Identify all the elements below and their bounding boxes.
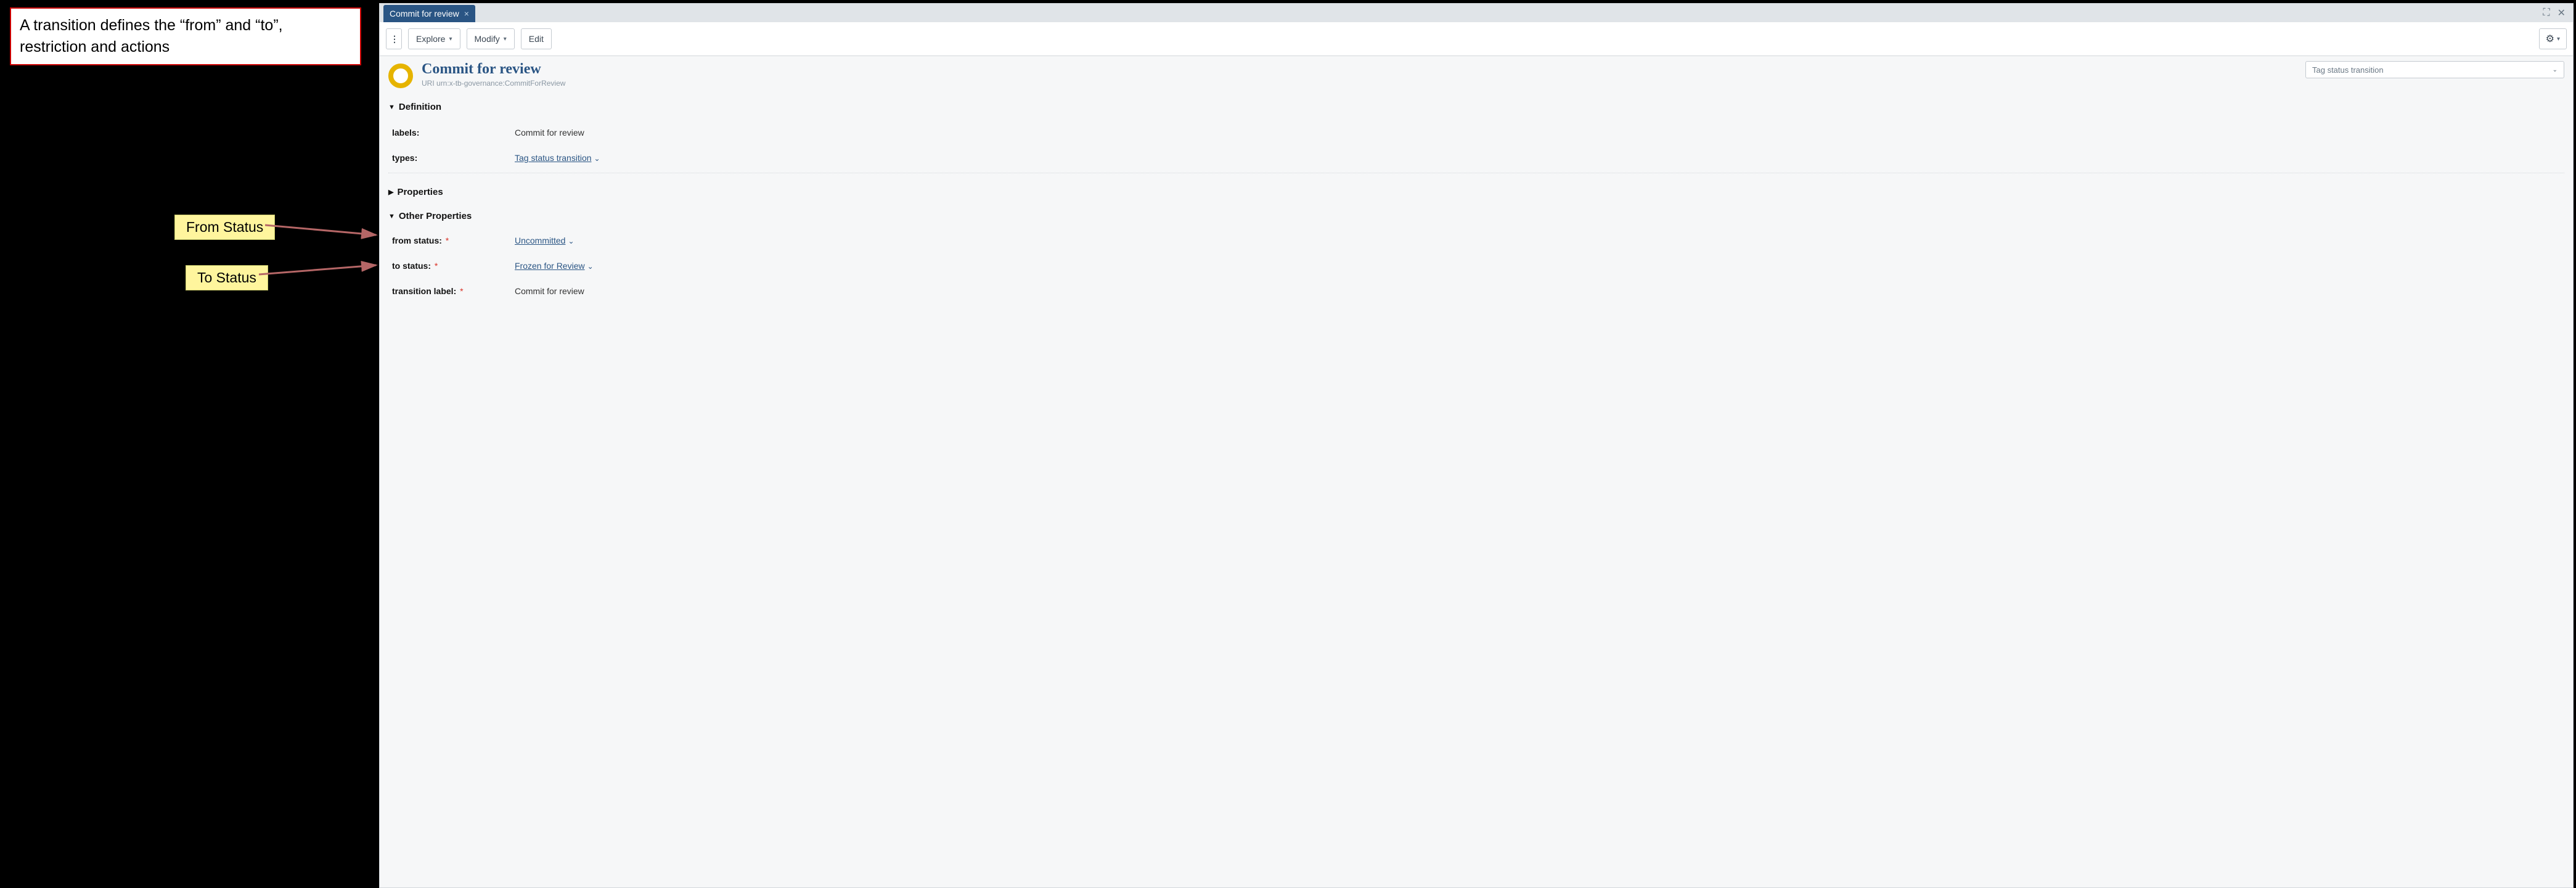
- transition-label-key: transition label: *: [388, 286, 515, 296]
- page-title: Commit for review: [422, 61, 565, 78]
- uri-label: URI: [422, 79, 435, 88]
- modify-button[interactable]: Modify ▾: [467, 28, 515, 49]
- section-properties-header[interactable]: ▶ Properties: [388, 187, 2564, 197]
- tab-label: Commit for review: [390, 9, 459, 18]
- uri-value: urn:x-tb-governance:CommitForReview: [436, 79, 565, 88]
- uri-line: URI urn:x-tb-governance:CommitForReview: [422, 79, 565, 88]
- section-definition-header[interactable]: ▼ Definition: [388, 102, 2564, 112]
- close-panel-icon[interactable]: ✕: [2558, 7, 2566, 19]
- type-selector-value: Tag status transition: [2312, 65, 2384, 75]
- content-area: Commit for review URI urn:x-tb-governanc…: [380, 56, 2573, 308]
- section-other-properties: ▼ Other Properties from status: * Uncomm…: [388, 211, 2564, 303]
- explore-button[interactable]: Explore ▾: [408, 28, 460, 49]
- chevron-down-icon[interactable]: ⌄: [594, 154, 600, 163]
- explore-label: Explore: [416, 34, 445, 44]
- callout-to-status: To Status: [186, 265, 268, 290]
- caret-right-icon: ▶: [388, 188, 393, 196]
- section-other-properties-title: Other Properties: [399, 211, 472, 221]
- section-definition-title: Definition: [399, 102, 441, 112]
- types-key: types:: [388, 153, 515, 163]
- chevron-down-icon: ▾: [2557, 36, 2560, 43]
- tab-bar: Commit for review × ⛶ ✕: [380, 4, 2573, 22]
- edit-label: Edit: [529, 34, 544, 44]
- section-definition: ▼ Definition labels: Commit for review t…: [388, 102, 2564, 173]
- chevron-down-icon: ⌄: [2553, 67, 2558, 73]
- from-status-value[interactable]: Uncommitted: [515, 236, 565, 245]
- entity-type-icon: [388, 64, 413, 88]
- tab-commit-for-review[interactable]: Commit for review ×: [383, 5, 475, 22]
- chevron-down-icon: ▾: [504, 36, 507, 43]
- transition-label-value: Commit for review: [515, 286, 584, 296]
- to-status-key: to status: *: [388, 261, 515, 271]
- type-selector[interactable]: Tag status transition ⌄: [2305, 61, 2564, 78]
- chevron-down-icon[interactable]: ⌄: [568, 237, 574, 245]
- from-status-key: from status: *: [388, 236, 515, 245]
- required-mark: *: [432, 261, 438, 271]
- close-icon[interactable]: ×: [464, 9, 469, 18]
- section-properties-title: Properties: [397, 187, 443, 197]
- to-status-value[interactable]: Frozen for Review: [515, 261, 585, 271]
- callout-from-status: From Status: [174, 215, 275, 240]
- section-properties: ▶ Properties: [388, 187, 2564, 197]
- annotation-note: A transition defines the “from” and “to”…: [10, 7, 361, 65]
- more-actions-button[interactable]: ⋮: [386, 28, 402, 49]
- section-other-properties-header[interactable]: ▼ Other Properties: [388, 211, 2564, 221]
- required-mark: *: [443, 236, 449, 245]
- labels-value: Commit for review: [515, 128, 584, 138]
- modify-label: Modify: [475, 34, 500, 44]
- types-value-link[interactable]: Tag status transition: [515, 153, 592, 163]
- settings-button[interactable]: ⚙ ▾: [2539, 28, 2567, 49]
- required-mark: *: [457, 286, 463, 296]
- edit-button[interactable]: Edit: [521, 28, 552, 49]
- chevron-down-icon[interactable]: ⌄: [587, 262, 594, 271]
- chevron-down-icon: ▾: [449, 36, 452, 43]
- app-panel: Commit for review × ⛶ ✕ ⋮ Explore ▾ Modi…: [379, 3, 2574, 888]
- expand-icon[interactable]: ⛶: [2543, 7, 2549, 18]
- toolbar: ⋮ Explore ▾ Modify ▾ Edit ⚙ ▾: [380, 22, 2573, 56]
- labels-key: labels:: [388, 128, 515, 138]
- caret-down-icon: ▼: [388, 104, 395, 111]
- gear-icon: ⚙: [2546, 33, 2554, 45]
- caret-down-icon: ▼: [388, 213, 395, 220]
